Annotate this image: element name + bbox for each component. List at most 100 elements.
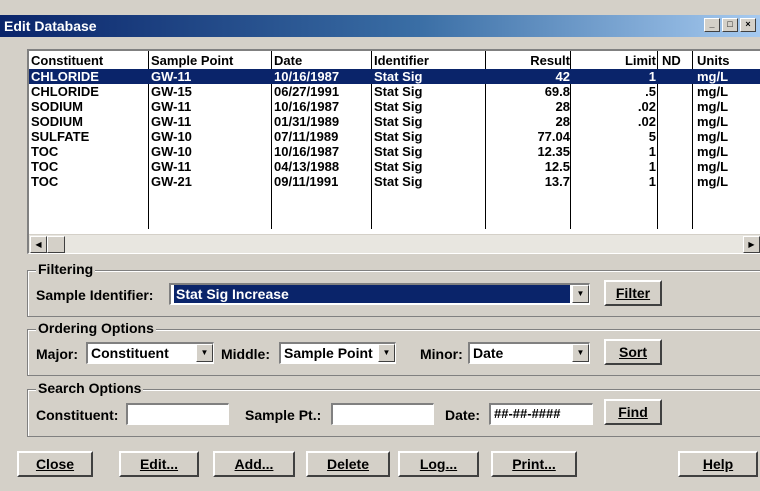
column-header[interactable]: Identifier <box>374 53 429 68</box>
filtering-title: Filtering <box>36 261 96 277</box>
edit-database-window: Edit Database _ □ × Constituent Sample P… <box>0 0 760 491</box>
column-header[interactable]: Date <box>274 53 302 68</box>
add-button[interactable]: Add... <box>213 451 295 477</box>
table-row[interactable]: SODIUM GW-11 01/31/1989 Stat Sig 28 .02 mg/L <box>29 114 760 129</box>
cell-identifier: Stat Sig <box>374 69 423 84</box>
constituent-label: Constituent: <box>36 407 119 423</box>
horizontal-scrollbar[interactable]: ◀ ▶ <box>29 234 760 253</box>
log-button[interactable]: Log... <box>398 451 479 477</box>
table-row[interactable]: TOC GW-10 10/16/1987 Stat Sig 12.35 1 mg/L <box>29 144 760 159</box>
sample-identifier-value: Stat Sig Increase <box>174 285 570 303</box>
cell-units: mg/L <box>697 129 729 144</box>
sample-pt-label: Sample Pt.: <box>245 407 322 423</box>
delete-button[interactable]: Delete <box>306 451 390 477</box>
search-title: Search Options <box>36 380 144 396</box>
cell-limit: 1 <box>648 174 656 189</box>
table-row[interactable]: CHLORIDE GW-15 06/27/1991 Stat Sig 69.8 .5 mg/… <box>29 84 760 99</box>
minor-label: Minor: <box>420 346 463 362</box>
sample-identifier-label: Sample Identifier: <box>36 287 154 303</box>
edit-button[interactable]: Edit... <box>119 451 199 477</box>
cell-date: 10/16/1987 <box>274 144 340 159</box>
chevron-down-icon[interactable]: ▼ <box>196 344 213 362</box>
cell-limit: 1 <box>648 144 656 159</box>
cell-sample-point: GW-11 <box>151 99 192 114</box>
column-header[interactable]: Result <box>530 53 570 68</box>
cell-result: 28 <box>555 114 570 129</box>
results-grid[interactable]: Constituent Sample Point Date Identifier… <box>27 49 760 254</box>
cell-result: 42 <box>555 69 570 84</box>
scroll-left-icon[interactable]: ◀ <box>30 236 47 253</box>
column-header[interactable]: Limit <box>625 53 656 68</box>
chevron-down-icon[interactable]: ▼ <box>572 344 589 362</box>
sample-pt-input[interactable] <box>331 403 434 425</box>
cell-units: mg/L <box>697 174 729 189</box>
cell-sample-point: GW-11 <box>151 114 192 129</box>
cell-units: mg/L <box>697 144 729 159</box>
cell-constituent: SODIUM <box>31 114 83 129</box>
cell-sample-point: GW-21 <box>151 174 192 189</box>
cell-date: 01/31/1989 <box>274 114 340 129</box>
cell-limit: 5 <box>648 129 656 144</box>
major-select[interactable]: Constituent ▼ <box>86 342 214 364</box>
cell-date: 10/16/1987 <box>274 99 340 114</box>
chevron-down-icon[interactable]: ▼ <box>378 344 395 362</box>
date-input[interactable]: ##-##-#### <box>489 403 593 425</box>
minor-select[interactable]: Date ▼ <box>468 342 590 364</box>
column-header[interactable]: Constituent <box>31 53 103 68</box>
cell-identifier: Stat Sig <box>374 159 423 174</box>
cell-identifier: Stat Sig <box>374 144 423 159</box>
cell-limit: .02 <box>637 99 656 114</box>
table-row[interactable]: TOC GW-11 04/13/1988 Stat Sig 12.5 1 mg/L <box>29 159 760 174</box>
cell-constituent: SULFATE <box>31 129 90 144</box>
cell-result: 28 <box>555 99 570 114</box>
constituent-input[interactable] <box>126 403 229 425</box>
cell-identifier: Stat Sig <box>374 84 423 99</box>
middle-value: Sample Point <box>284 345 373 361</box>
cell-result: 13.7 <box>544 174 570 189</box>
table-row[interactable]: SULFATE GW-10 07/11/1989 Stat Sig 77.04 5 mg/L <box>29 129 760 144</box>
cell-units: mg/L <box>697 114 729 129</box>
find-button[interactable]: Find <box>604 399 662 425</box>
filtering-group: Filtering Sample Identifier: Stat Sig In… <box>27 261 760 317</box>
ordering-title: Ordering Options <box>36 320 156 336</box>
cell-result: 77.04 <box>537 129 570 144</box>
cell-limit: 1 <box>648 159 656 174</box>
cell-limit: .02 <box>637 114 656 129</box>
chevron-down-icon[interactable]: ▼ <box>572 285 589 303</box>
cell-limit: .5 <box>645 84 656 99</box>
maximize-icon[interactable]: □ <box>722 18 738 32</box>
cell-units: mg/L <box>697 69 729 84</box>
cell-constituent: TOC <box>31 159 59 174</box>
sort-button[interactable]: Sort <box>604 339 662 365</box>
cell-sample-point: GW-11 <box>151 69 192 84</box>
middle-label: Middle: <box>221 346 270 362</box>
cell-date: 07/11/1989 <box>274 129 339 144</box>
table-row[interactable]: CHLORIDE GW-11 10/16/1987 Stat Sig 42 1 mg/L <box>29 69 760 84</box>
column-header[interactable]: Units <box>697 53 730 68</box>
table-row[interactable]: TOC GW-21 09/11/1991 Stat Sig 13.7 1 mg/L <box>29 174 760 189</box>
sample-identifier-select[interactable]: Stat Sig Increase ▼ <box>169 283 590 305</box>
title-bar[interactable]: Edit Database _ □ × <box>0 15 760 37</box>
cell-constituent: SODIUM <box>31 99 83 114</box>
close-icon[interactable]: × <box>740 18 756 32</box>
scrollbar-thumb[interactable] <box>47 236 65 253</box>
minimize-icon[interactable]: _ <box>704 18 720 32</box>
print-button[interactable]: Print... <box>491 451 577 477</box>
cell-sample-point: GW-11 <box>151 159 192 174</box>
major-label: Major: <box>36 346 78 362</box>
cell-constituent: CHLORIDE <box>31 84 99 99</box>
cell-result: 12.35 <box>537 144 570 159</box>
cell-sample-point: GW-10 <box>151 144 192 159</box>
date-label: Date: <box>445 407 481 423</box>
scroll-right-icon[interactable]: ▶ <box>743 236 760 253</box>
cell-units: mg/L <box>697 159 729 174</box>
filter-button[interactable]: Filter <box>604 280 662 306</box>
minor-value: Date <box>473 345 504 361</box>
column-header[interactable]: Sample Point <box>151 53 233 68</box>
help-button[interactable]: Help <box>678 451 758 477</box>
table-row[interactable]: SODIUM GW-11 10/16/1987 Stat Sig 28 .02 mg/L <box>29 99 760 114</box>
column-header[interactable]: ND <box>662 53 681 68</box>
cell-result: 69.8 <box>544 84 570 99</box>
middle-select[interactable]: Sample Point ▼ <box>279 342 396 364</box>
close-button[interactable]: Close <box>17 451 93 477</box>
